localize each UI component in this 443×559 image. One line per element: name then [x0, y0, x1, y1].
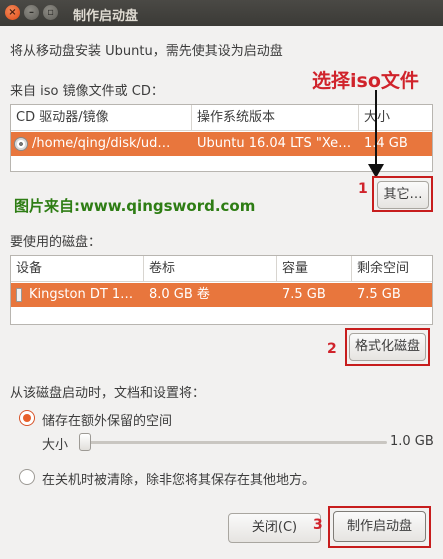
size-slider-thumb[interactable] [79, 433, 91, 451]
disk-device-name: Kingston DT 1… [29, 287, 134, 302]
column-header-cd-drive[interactable]: CD 驱动器/镜像 [11, 105, 192, 131]
store-space-radio[interactable] [19, 410, 35, 426]
source-label: 来自 iso 镜像文件或 CD： [10, 84, 164, 99]
column-header-volume[interactable]: 卷标 [144, 256, 277, 282]
store-space-label[interactable]: 储存在额外保留的空间 [42, 410, 172, 429]
column-header-device[interactable]: 设备 [11, 256, 144, 282]
annotation-step-2: 2 [327, 341, 337, 357]
make-startup-disk-button[interactable]: 制作启动盘 [333, 511, 426, 542]
size-slider-track[interactable] [85, 441, 387, 444]
size-value: 1.0 GB [390, 434, 434, 449]
discard-radio[interactable] [19, 469, 35, 485]
disk-label: 要使用的磁盘： [10, 235, 102, 250]
intro-text: 将从移动盘安装 Ubuntu，需先使其设为启动盘 [10, 44, 283, 59]
discard-label[interactable]: 在关机时被清除，除非您将其保存在其他地方。 [42, 469, 315, 488]
column-header-os-version[interactable]: 操作系统版本 [192, 105, 359, 131]
size-label: 大小 [42, 438, 69, 453]
usb-drive-icon [16, 287, 22, 302]
column-header-free-space[interactable]: 剩余空间 [352, 256, 434, 282]
disc-icon [14, 136, 28, 151]
watermark-text: 图片来自:www.qingsword.com [14, 197, 256, 215]
column-header-capacity[interactable]: 容量 [277, 256, 352, 282]
disk-capacity: 7.5 GB [282, 287, 326, 302]
annotation-arrow-icon [368, 90, 384, 178]
maximize-window-icon[interactable]: ▫ [43, 5, 58, 20]
title-bar: × – ▫ 制作启动盘 [0, 0, 443, 26]
source-os-version: Ubuntu 16.04 LTS "Xe… [197, 136, 352, 151]
disk-list-row-selected[interactable]: Kingston DT 1… 8.0 GB 卷 7.5 GB 7.5 GB [11, 283, 432, 307]
disk-list[interactable]: 设备 卷标 容量 剩余空间 Kingston DT 1… 8.0 GB 卷 7.… [10, 255, 433, 325]
source-path: /home/qing/disk/ud… [32, 136, 171, 151]
close-button[interactable]: 关闭(C) [228, 513, 321, 543]
other-button[interactable]: 其它… [377, 181, 429, 209]
annotation-step-1: 1 [358, 181, 368, 197]
disk-free-space: 7.5 GB [357, 287, 401, 302]
window-title: 制作启动盘 [73, 9, 139, 24]
minimize-window-icon[interactable]: – [24, 5, 39, 20]
disk-device-cell: Kingston DT 1… [11, 283, 144, 307]
disk-list-header: 设备 卷标 容量 剩余空间 [11, 256, 432, 282]
format-disk-button[interactable]: 格式化磁盘 [349, 333, 426, 361]
disk-volume: 8.0 GB 卷 [149, 287, 210, 302]
options-label: 从该磁盘启动时，文档和设置将： [10, 386, 206, 401]
close-window-icon[interactable]: × [5, 5, 20, 20]
annotation-step-3: 3 [313, 517, 323, 533]
source-path-cell: /home/qing/disk/ud… [11, 132, 192, 156]
